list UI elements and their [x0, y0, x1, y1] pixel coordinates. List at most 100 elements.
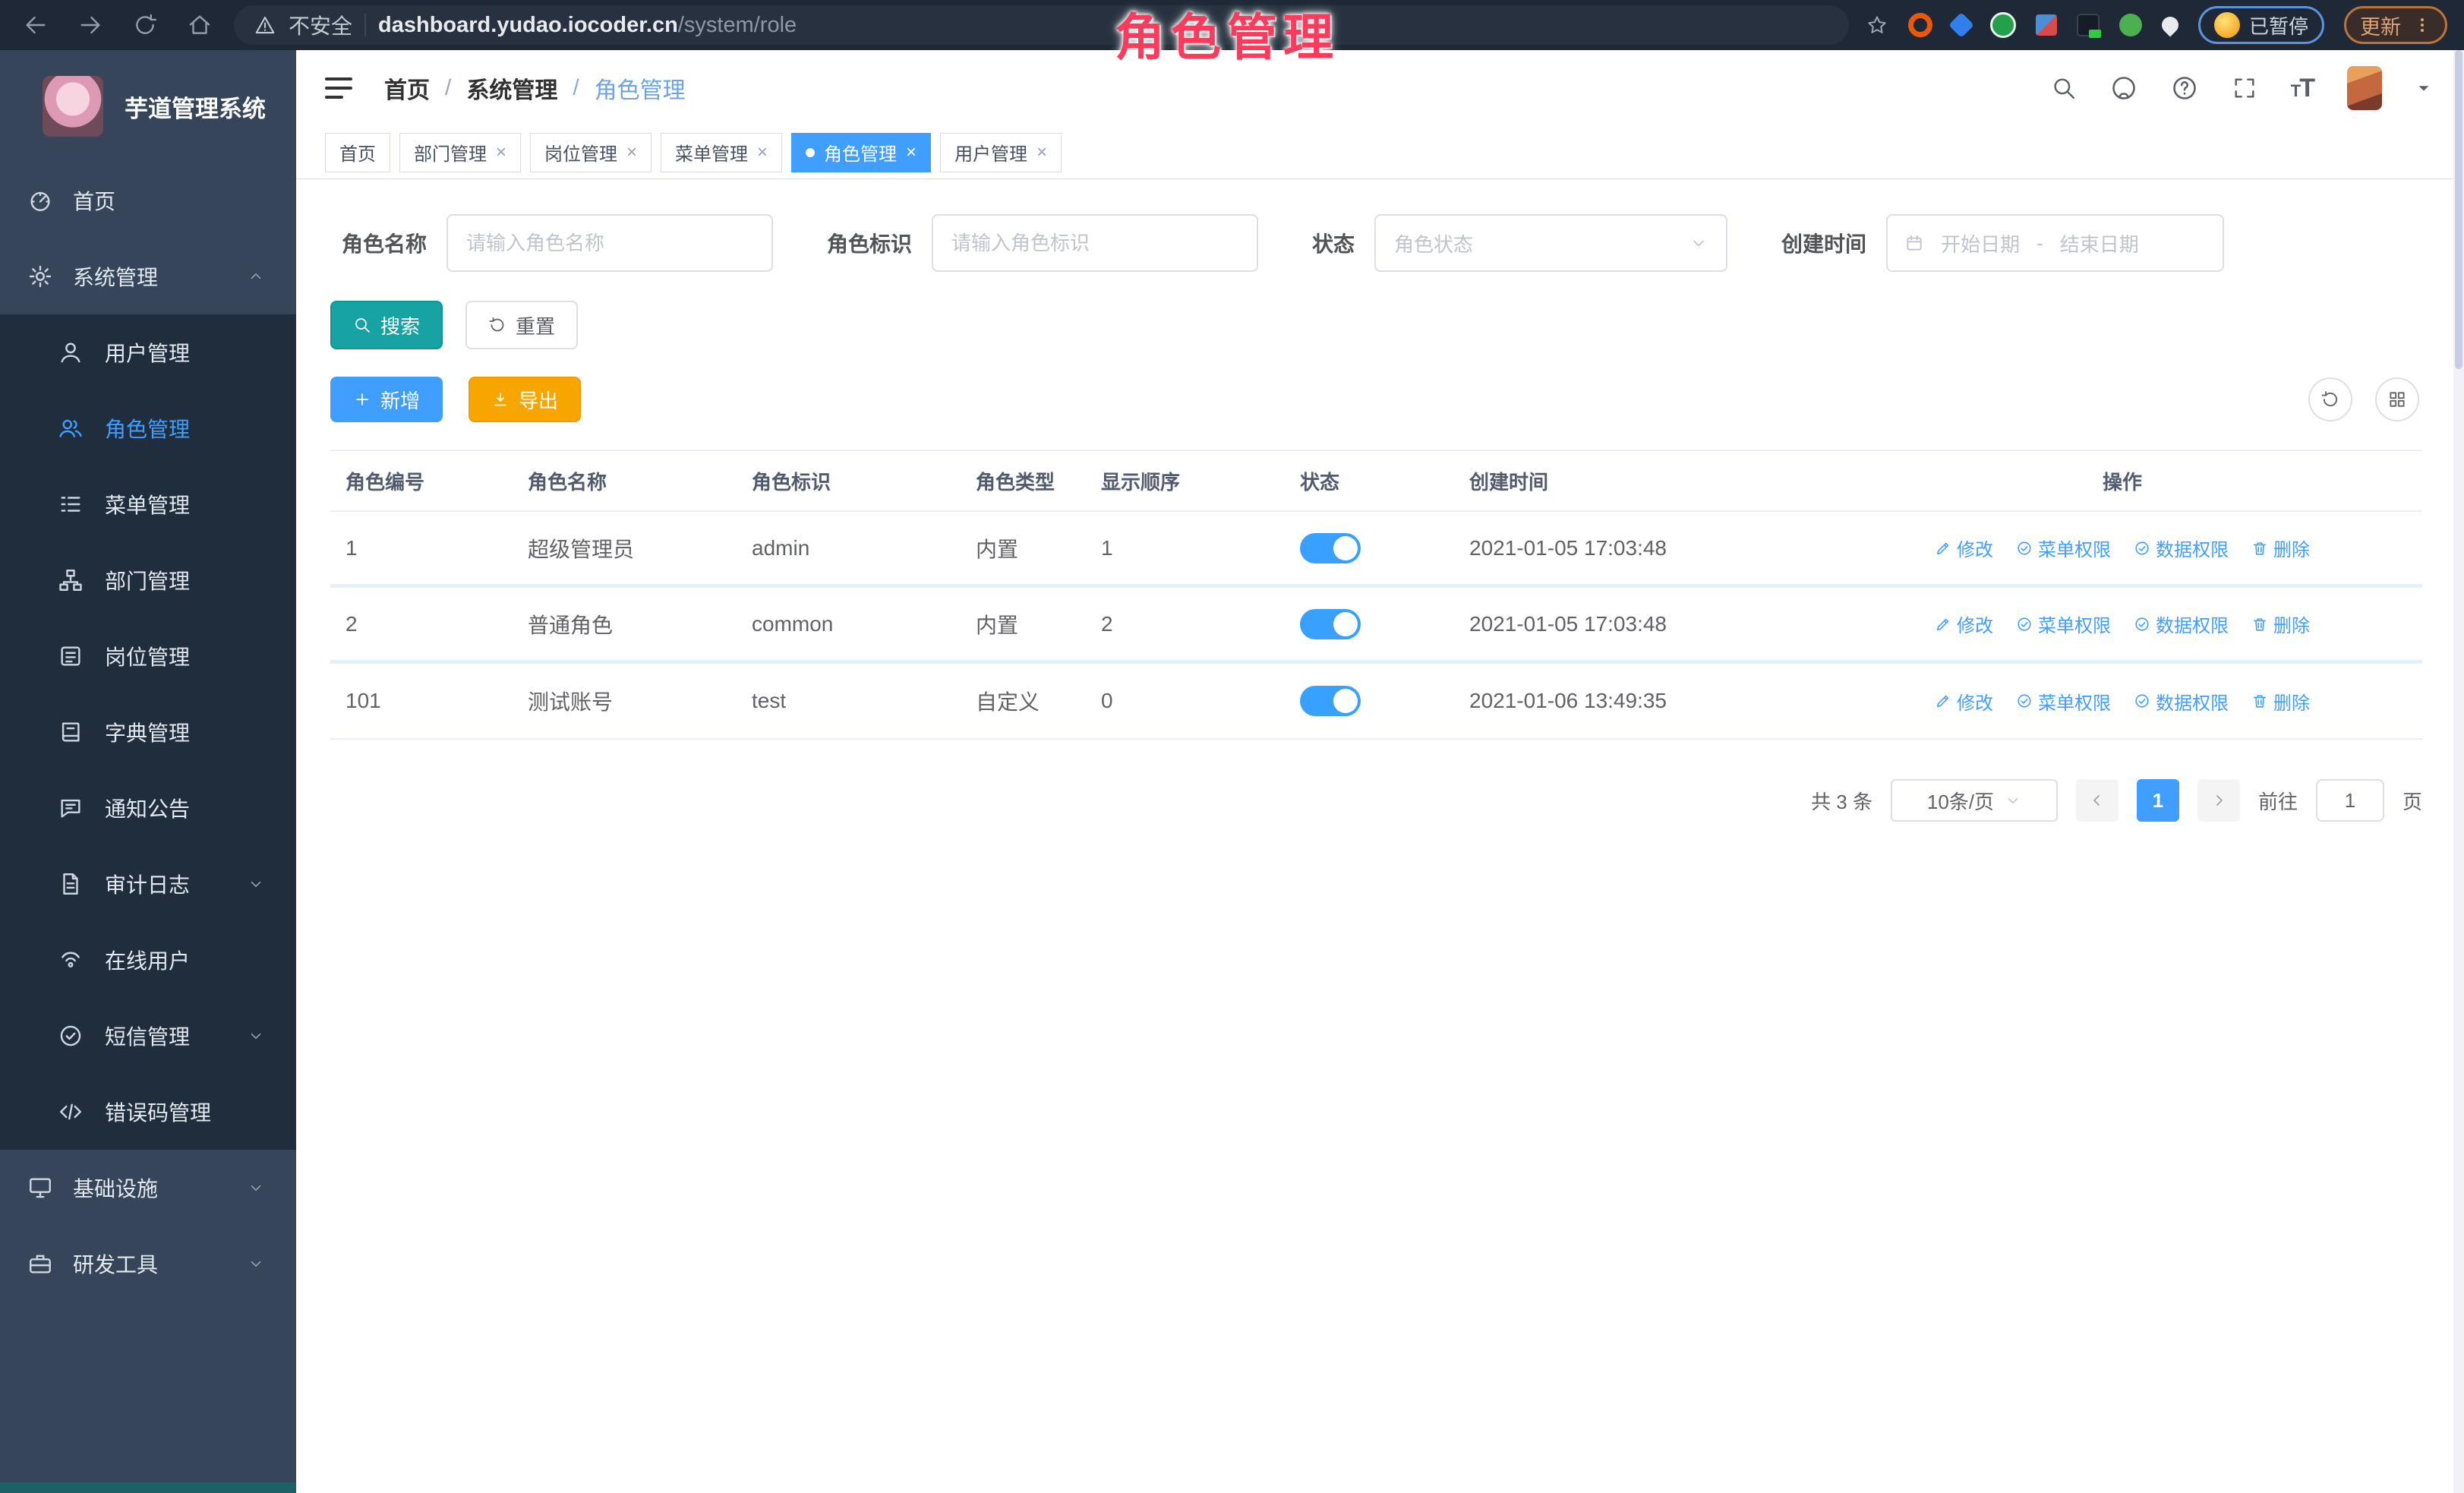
sidebar-item[interactable]: 短信管理	[0, 998, 296, 1074]
goto-page-input[interactable]	[2316, 779, 2384, 822]
sidebar-item[interactable]: 在线用户	[0, 922, 296, 998]
sidebar-item[interactable]: 基础设施	[0, 1150, 296, 1226]
sidebar-item[interactable]: 角色管理	[0, 390, 296, 466]
sidebar-item-label: 菜单管理	[105, 489, 190, 519]
status-select[interactable]: 角色状态	[1374, 214, 1727, 272]
close-icon[interactable]: ×	[1036, 144, 1047, 162]
font-size-icon[interactable]: TT	[2291, 74, 2314, 103]
refresh-table-button[interactable]	[2308, 377, 2352, 421]
page-size-select[interactable]: 10条/页	[1891, 779, 2058, 822]
tab-active[interactable]: 角色管理×	[791, 133, 931, 172]
extension-icon[interactable]	[2158, 13, 2182, 36]
breadcrumb-item[interactable]: 角色管理	[595, 71, 686, 105]
close-icon[interactable]: ×	[906, 144, 917, 162]
data-permission-link[interactable]: 数据权限	[2134, 535, 2229, 561]
github-icon[interactable]	[2110, 74, 2137, 102]
data-permission-link[interactable]: 数据权限	[2134, 611, 2229, 637]
next-page-button[interactable]	[2197, 779, 2240, 822]
edit-link[interactable]: 修改	[1935, 535, 1993, 561]
sidebar-item[interactable]: 系统管理	[0, 238, 296, 314]
tab-item[interactable]: 菜单管理×	[661, 133, 782, 172]
sidebar-item[interactable]: 审计日志	[0, 846, 296, 922]
column-settings-button[interactable]	[2375, 377, 2419, 421]
breadcrumb-item[interactable]: 系统管理	[466, 71, 557, 105]
forward-icon[interactable]	[77, 12, 103, 38]
extension-icon[interactable]	[2036, 14, 2057, 36]
extension-icon[interactable]	[1948, 12, 1974, 38]
home-icon[interactable]	[187, 12, 213, 38]
browser-update-button[interactable]: 更新	[2344, 6, 2447, 44]
status-toggle[interactable]	[1300, 533, 1361, 563]
book-icon	[58, 719, 84, 745]
breadcrumb-item[interactable]: 首页	[384, 71, 430, 105]
status-toggle[interactable]	[1300, 609, 1361, 639]
data-permission-link[interactable]: 数据权限	[2134, 688, 2229, 715]
search-button[interactable]: 搜索	[330, 301, 443, 349]
page-number-button[interactable]: 1	[2137, 779, 2179, 822]
status-label: 状态	[1312, 228, 1355, 258]
sidebar-item[interactable]: 研发工具	[0, 1226, 296, 1302]
fullscreen-icon[interactable]	[2232, 75, 2257, 101]
date-end-placeholder: 结束日期	[2060, 229, 2139, 257]
add-button[interactable]: 新增	[330, 377, 443, 422]
sidebar-item[interactable]: 菜单管理	[0, 466, 296, 542]
menu-permission-link[interactable]: 菜单权限	[2016, 535, 2111, 561]
create-time-range-picker[interactable]: 开始日期 - 结束日期	[1886, 214, 2224, 272]
monitor-icon	[27, 1175, 53, 1201]
profile-paused-pill[interactable]: 已暂停	[2198, 6, 2324, 44]
close-icon[interactable]: ×	[496, 144, 506, 162]
sidebar-item[interactable]: 首页	[0, 163, 296, 238]
omnibox-divider	[364, 14, 366, 36]
prev-page-button[interactable]	[2076, 779, 2119, 822]
tab-item[interactable]: 首页	[325, 133, 390, 172]
page-scrollbar[interactable]	[2453, 50, 2464, 1493]
sidebar-item[interactable]: 通知公告	[0, 770, 296, 846]
role-name-input[interactable]	[446, 214, 773, 272]
bookmark-star-icon[interactable]	[1866, 14, 1888, 36]
menu-permission-link[interactable]: 菜单权限	[2016, 688, 2111, 715]
sidebar-toggle-icon[interactable]	[325, 77, 352, 99]
close-icon[interactable]: ×	[757, 144, 768, 162]
reset-button[interactable]: 重置	[465, 301, 578, 349]
sidebar-item[interactable]: 用户管理	[0, 314, 296, 390]
edit-link[interactable]: 修改	[1935, 688, 1993, 715]
sidebar-item-label: 角色管理	[105, 413, 190, 443]
action-label: 修改	[1957, 611, 1993, 637]
circk-icon	[2016, 693, 2033, 709]
tab-item[interactable]: 岗位管理×	[530, 133, 651, 172]
address-bar[interactable]: 不安全 dashboard.yudao.iocoder.cn/system/ro…	[234, 5, 1849, 45]
tab-item[interactable]: 部门管理×	[399, 133, 521, 172]
action-label: 菜单权限	[2038, 688, 2111, 715]
scrollbar-thumb[interactable]	[2455, 50, 2462, 369]
delete-link[interactable]: 删除	[2251, 535, 2310, 561]
role-key-input[interactable]	[932, 214, 1258, 272]
status-toggle[interactable]	[1300, 686, 1361, 716]
tab-item[interactable]: 用户管理×	[940, 133, 1062, 172]
breadcrumb-separator: /	[445, 75, 451, 101]
sidebar-item[interactable]: 错误码管理	[0, 1074, 296, 1150]
edit-link[interactable]: 修改	[1935, 611, 1993, 637]
reload-icon[interactable]	[132, 12, 158, 38]
extension-icon[interactable]	[1990, 12, 2016, 38]
menu-permission-link[interactable]: 菜单权限	[2016, 611, 2111, 637]
help-icon[interactable]	[2171, 74, 2198, 102]
search-icon[interactable]	[2051, 75, 2077, 101]
url-host: dashboard.yudao.iocoder.cn	[378, 13, 678, 37]
caret-down-icon[interactable]	[2415, 80, 2432, 96]
close-icon[interactable]: ×	[626, 144, 637, 162]
extension-icon[interactable]	[2119, 14, 2142, 36]
sidebar-item[interactable]: 字典管理	[0, 694, 296, 770]
back-icon[interactable]	[23, 12, 49, 38]
export-button[interactable]: 导出	[469, 377, 581, 422]
extension-icon[interactable]	[1908, 13, 1932, 37]
extension-icon[interactable]	[2077, 14, 2100, 36]
navbar-actions: TT	[2051, 66, 2432, 110]
sidebar-item[interactable]: 岗位管理	[0, 618, 296, 694]
app-logo-row[interactable]: 芋道管理系统	[0, 50, 296, 163]
delete-link[interactable]: 删除	[2251, 611, 2310, 637]
table-tools	[2308, 377, 2419, 421]
sidebar-item[interactable]: 部门管理	[0, 542, 296, 618]
avatar[interactable]	[2347, 66, 2382, 110]
table-cell: 1	[1086, 536, 1285, 560]
delete-link[interactable]: 删除	[2251, 688, 2310, 715]
